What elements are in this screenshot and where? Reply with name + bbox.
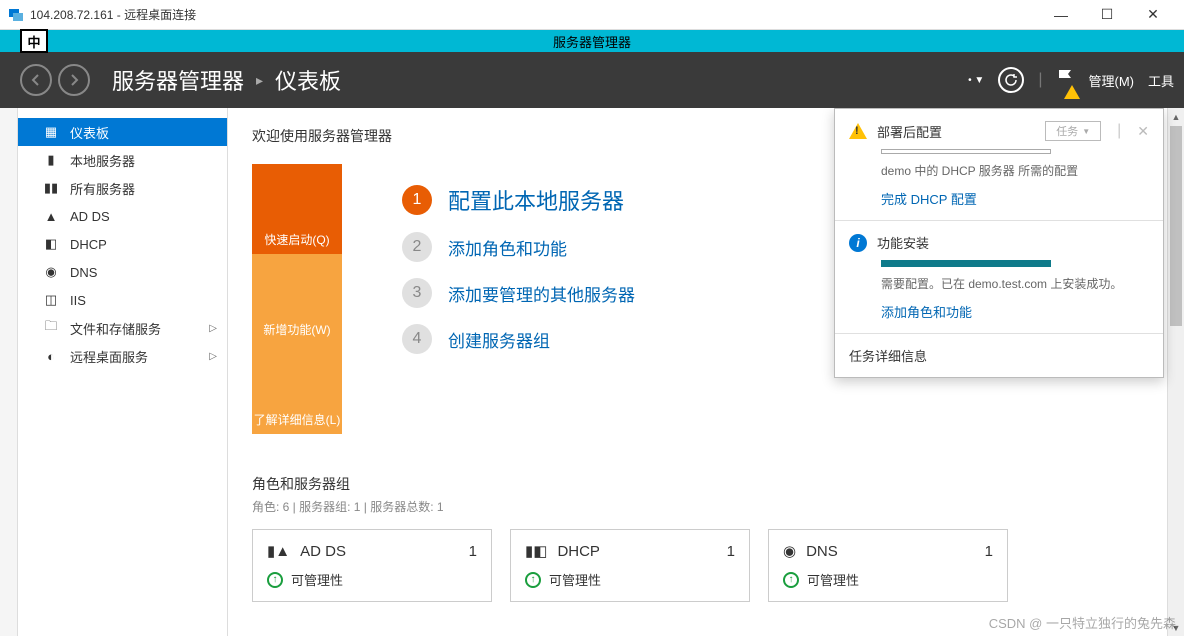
close-button[interactable]: ✕ bbox=[1130, 0, 1176, 30]
chevron-right-icon: ▷ bbox=[209, 323, 217, 334]
tile-quickstart[interactable]: 快速启动(Q) bbox=[252, 164, 342, 254]
dns-icon: ◉ bbox=[783, 542, 796, 560]
notif-message: 需要配置。已在 demo.test.com 上安装成功。 bbox=[881, 275, 1149, 292]
notifications-flag-icon[interactable] bbox=[1056, 68, 1074, 93]
progress-bar bbox=[881, 149, 1051, 154]
app-header: 服务器管理器 ▸ 仪表板 • ▼ | 管理(M) 工具 bbox=[0, 52, 1184, 108]
nav-back-button[interactable] bbox=[20, 64, 52, 96]
add-roles-link[interactable]: 添加角色和功能 bbox=[881, 302, 1149, 321]
dns-icon: ◉ bbox=[42, 264, 60, 280]
sidebar-item-dns[interactable]: ◉DNS bbox=[18, 258, 227, 286]
sidebar-item-iis[interactable]: ◫IIS bbox=[18, 286, 227, 314]
dhcp-icon: ▮◧ bbox=[525, 542, 547, 560]
groups-heading: 角色和服务器组 bbox=[252, 474, 1160, 494]
notif-message: demo 中的 DHCP 服务器 所需的配置 bbox=[881, 162, 1149, 179]
breadcrumb-root[interactable]: 服务器管理器 bbox=[112, 64, 244, 96]
manage-menu[interactable]: 管理(M) bbox=[1088, 71, 1134, 90]
adds-icon: ▲ bbox=[42, 209, 60, 224]
tile-whatsnew[interactable]: 新增功能(W) bbox=[252, 254, 342, 344]
adds-icon: ▮▲ bbox=[267, 542, 290, 560]
dhcp-icon: ◧ bbox=[42, 236, 60, 252]
vertical-scrollbar[interactable]: ▲ ▼ bbox=[1167, 108, 1184, 636]
window-titlebar: 104.208.72.161 - 远程桌面连接 — ☐ ✕ bbox=[0, 0, 1184, 30]
group-card-dhcp[interactable]: ▮◧DHCP1 ↑可管理性 bbox=[510, 529, 750, 602]
sidebar-item-dhcp[interactable]: ◧DHCP bbox=[18, 230, 227, 258]
remote-titlebar: 中 服务器管理器 bbox=[0, 30, 1184, 52]
group-card-adds[interactable]: ▮▲AD DS1 ↑可管理性 bbox=[252, 529, 492, 602]
main-content: 欢迎使用服务器管理器 快速启动(Q) 新增功能(W) 了解详细信息(L) 1配置… bbox=[228, 108, 1184, 636]
task-details-link[interactable]: 任务详细信息 bbox=[849, 346, 1149, 365]
status-up-icon: ↑ bbox=[267, 572, 283, 588]
rds-icon: ◐ bbox=[42, 349, 60, 364]
sidebar-item-adds[interactable]: ▲AD DS bbox=[18, 202, 227, 230]
notif-title: 部署后配置 bbox=[877, 122, 1035, 141]
tile-learnmore[interactable]: 了解详细信息(L) bbox=[252, 344, 342, 434]
maximize-button[interactable]: ☐ bbox=[1084, 0, 1130, 30]
scroll-up-icon[interactable]: ▲ bbox=[1168, 108, 1184, 125]
sidebar-item-file-storage[interactable]: 🗀文件和存储服务▷ bbox=[18, 314, 227, 342]
storage-icon: 🗀 bbox=[42, 317, 60, 339]
progress-bar-filled bbox=[881, 260, 1051, 267]
refresh-button[interactable] bbox=[998, 67, 1024, 93]
notification-panel: 部署后配置 任务▼ | ✕ demo 中的 DHCP 服务器 所需的配置 完成 … bbox=[834, 108, 1164, 378]
left-gutter bbox=[0, 108, 18, 636]
complete-dhcp-link[interactable]: 完成 DHCP 配置 bbox=[881, 189, 1149, 208]
warning-icon bbox=[849, 123, 867, 139]
breadcrumb: 服务器管理器 ▸ 仪表板 bbox=[112, 64, 341, 96]
role-groups: ▮▲AD DS1 ↑可管理性 ▮◧DHCP1 ↑可管理性 ◉DNS1 ↑可管理性 bbox=[252, 529, 1160, 602]
tasks-dropdown[interactable]: 任务▼ bbox=[1045, 121, 1101, 141]
sidebar-item-all-servers[interactable]: ▮▮所有服务器 bbox=[18, 174, 227, 202]
sidebar: ▦仪表板 ▮本地服务器 ▮▮所有服务器 ▲AD DS ◧DHCP ◉DNS ◫I… bbox=[18, 108, 228, 636]
iis-icon: ◫ bbox=[42, 292, 60, 308]
dropdown-icon[interactable]: • ▼ bbox=[968, 75, 984, 86]
window-title: 104.208.72.161 - 远程桌面连接 bbox=[30, 6, 1038, 23]
tools-menu[interactable]: 工具 bbox=[1148, 71, 1174, 90]
sidebar-item-local-server[interactable]: ▮本地服务器 bbox=[18, 146, 227, 174]
status-up-icon: ↑ bbox=[525, 572, 541, 588]
sidebar-item-remote-desktop[interactable]: ◐远程桌面服务▷ bbox=[18, 342, 227, 370]
ime-indicator[interactable]: 中 bbox=[20, 29, 48, 53]
notif-close-button[interactable]: ✕ bbox=[1137, 123, 1149, 140]
watermark: CSDN @ 一只特立独行的兔先森 bbox=[989, 613, 1176, 632]
chevron-right-icon: ▷ bbox=[209, 351, 217, 362]
server-icon: ▮ bbox=[42, 152, 60, 168]
scroll-thumb[interactable] bbox=[1170, 126, 1182, 326]
info-icon: i bbox=[849, 234, 867, 252]
dashboard-icon: ▦ bbox=[42, 124, 60, 140]
chevron-right-icon: ▸ bbox=[256, 72, 263, 89]
servers-icon: ▮▮ bbox=[42, 180, 60, 196]
breadcrumb-current: 仪表板 bbox=[275, 64, 341, 96]
group-card-dns[interactable]: ◉DNS1 ↑可管理性 bbox=[768, 529, 1008, 602]
rdp-icon bbox=[8, 7, 24, 23]
remote-app-title: 服务器管理器 bbox=[553, 32, 631, 51]
nav-forward-button[interactable] bbox=[58, 64, 90, 96]
notif-title: 功能安装 bbox=[877, 233, 1149, 252]
minimize-button[interactable]: — bbox=[1038, 0, 1084, 30]
groups-subheading: 角色: 6 | 服务器组: 1 | 服务器总数: 1 bbox=[252, 498, 1160, 515]
status-up-icon: ↑ bbox=[783, 572, 799, 588]
sidebar-item-dashboard[interactable]: ▦仪表板 bbox=[18, 118, 227, 146]
